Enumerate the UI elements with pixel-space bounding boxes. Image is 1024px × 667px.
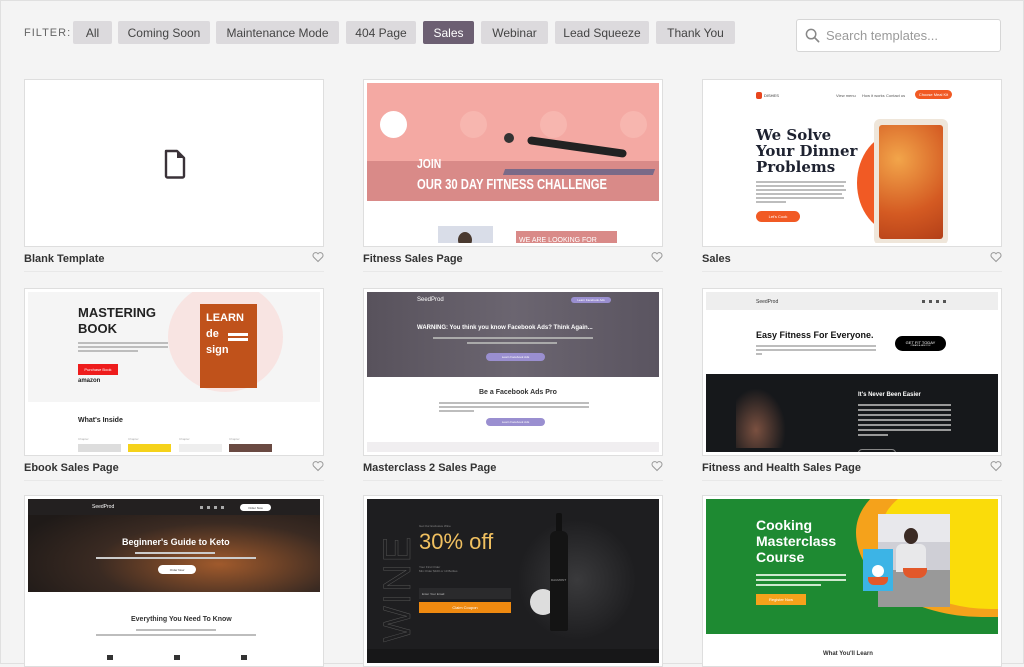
filter-label: FILTER: <box>24 27 72 39</box>
search-box[interactable] <box>796 19 1001 52</box>
hero-banner <box>367 292 659 377</box>
heart-icon[interactable] <box>651 460 663 472</box>
brand-logo-icon <box>756 92 762 99</box>
filter-sales[interactable]: Sales <box>423 21 474 44</box>
template-title: Sales <box>702 253 731 265</box>
template-preview[interactable]: MASTERING BOOK Purchase Book amazon LEAR… <box>24 288 324 456</box>
template-title: Fitness Sales Page <box>363 253 463 265</box>
template-preview[interactable]: WINE Get Our Exclusive Wine 30% off Your… <box>363 495 663 667</box>
template-preview[interactable] <box>24 79 324 247</box>
divider <box>24 271 324 272</box>
filter-coming-soon[interactable]: Coming Soon <box>118 21 210 44</box>
filter-webinar[interactable]: Webinar <box>481 21 548 44</box>
heart-icon[interactable] <box>651 251 663 263</box>
filter-thank-you[interactable]: Thank You <box>656 21 735 44</box>
template-preview[interactable]: SeedProd Order Now Beginner's Guide to K… <box>24 495 324 667</box>
filter-maintenance-mode[interactable]: Maintenance Mode <box>216 21 339 44</box>
template-title: Masterclass 2 Sales Page <box>363 462 497 474</box>
template-library: FILTER: All Coming Soon Maintenance Mode… <box>0 0 1024 667</box>
search-input[interactable] <box>826 28 986 43</box>
brand-logo: SeedProd <box>92 504 115 510</box>
social-icons <box>922 300 946 303</box>
book-cover: LEARN de sign <box>200 304 257 388</box>
filter-lead-squeeze[interactable]: Lead Squeeze <box>555 21 649 44</box>
template-preview[interactable]: Cooking Masterclass Course Register Now … <box>702 495 1002 667</box>
social-icons <box>200 506 224 509</box>
template-preview[interactable]: SeedProd Learn Facebook Ads WARNING: You… <box>363 288 663 456</box>
template-title: Ebook Sales Page <box>24 462 119 474</box>
template-title: Fitness and Health Sales Page <box>702 462 861 474</box>
template-preview[interactable]: DISHES View menu How it works Contact us… <box>702 79 1002 247</box>
filter-all[interactable]: All <box>73 21 112 44</box>
food-image <box>874 119 948 243</box>
template-preview[interactable]: SeedProd Easy Fitness For Everyone. GET … <box>702 288 1002 456</box>
video-thumbnail <box>863 549 893 591</box>
athlete-image <box>736 388 786 448</box>
brand-logo: SeedProd <box>417 297 444 303</box>
hero-banner <box>706 499 998 634</box>
brand-logo: SeedProd <box>756 299 779 305</box>
file-icon <box>164 149 186 179</box>
template-preview[interactable]: JOIN OUR 30 DAY FITNESS CHALLENGE WE ARE… <box>363 79 663 247</box>
heart-icon[interactable] <box>312 251 324 263</box>
heart-icon[interactable] <box>312 460 324 472</box>
filter-404-page[interactable]: 404 Page <box>346 21 416 44</box>
heart-icon[interactable] <box>990 460 1002 472</box>
search-icon <box>805 28 820 43</box>
heart-icon[interactable] <box>990 251 1002 263</box>
template-title: Blank Template <box>24 253 105 265</box>
